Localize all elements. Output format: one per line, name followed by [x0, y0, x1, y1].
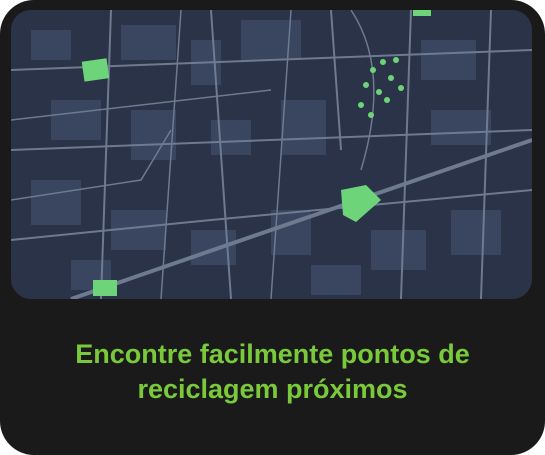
- city-map: [11, 10, 532, 299]
- caption-line-1: Encontre facilmente pontos de: [75, 339, 470, 369]
- feature-caption: Encontre facilmente pontos de reciclagem…: [0, 337, 545, 407]
- feature-card: Encontre facilmente pontos de reciclagem…: [0, 0, 545, 455]
- caption-line-2: reciclagem próximos: [137, 374, 408, 404]
- map-graphic: [11, 10, 532, 299]
